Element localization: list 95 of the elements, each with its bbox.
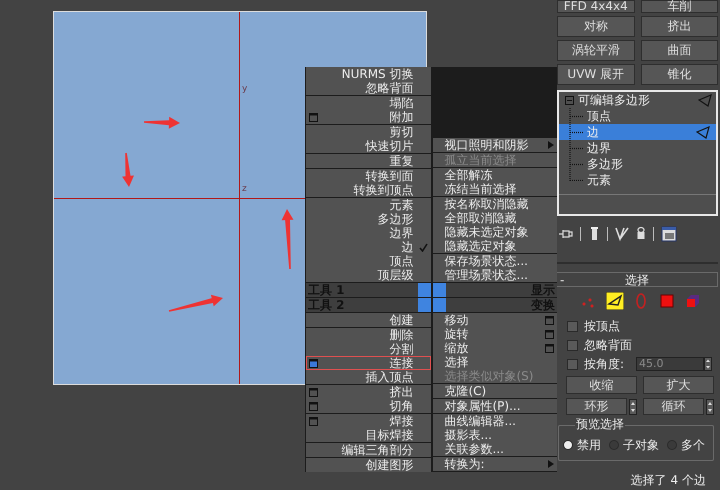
tree-line-icon [569,108,584,124]
axis-label: z [242,184,247,194]
options-icon[interactable] [545,316,554,324]
edge-icon[interactable] [606,292,624,310]
menu-item[interactable]: 编辑三角剖分 [306,443,430,457]
title-color-block [433,283,446,297]
menu-item[interactable]: 摄影表... [432,428,557,442]
spinner-icon[interactable] [629,398,637,414]
axis-label: y [242,84,248,94]
menu-item[interactable]: 对象属性(P)... [432,399,557,413]
modifier-button[interactable]: 对称 [557,16,634,37]
menu-item[interactable]: 目标焊接 [306,428,430,442]
menu-item[interactable]: 管理场景状态... [432,268,557,282]
menu-item[interactable]: 移动 [432,313,557,327]
checkbox-label: 按角度: [584,356,624,373]
menu-item[interactable]: 隐藏选定对象 [432,239,557,253]
modifier-button[interactable]: 曲面 [640,40,718,61]
options-icon[interactable] [309,112,318,122]
radio-icon[interactable] [563,440,573,450]
rollout-button[interactable]: 循环 [643,398,704,415]
menu-item[interactable]: 关联参数... [432,442,557,456]
rollout-button[interactable]: 环形 [566,398,627,415]
annotation-arrow [168,294,223,312]
checkbox-label: 忽略背面 [584,337,632,354]
checkbox[interactable] [567,340,578,350]
annotation-arrow [144,116,180,129]
options-icon[interactable] [309,416,318,426]
options-icon[interactable] [545,344,554,352]
funnel-icon[interactable] [615,226,629,242]
annotation-arrow [282,209,294,269]
radio-option[interactable]: 子对象 [609,436,659,454]
title-color-block [418,298,431,312]
stack-item[interactable]: 边界 [559,140,716,156]
group-title: 预览选择 [575,417,625,431]
modifier-button[interactable]: 锥化 [640,64,718,85]
submenu-arrow-icon [548,141,554,149]
menu-item[interactable]: 缩放 [432,341,557,355]
modifier-button[interactable]: 车削 [640,0,718,13]
menu-item[interactable]: 创建图形 [306,458,430,472]
menu-item[interactable]: 切角 [306,399,430,413]
polygon-icon[interactable] [658,292,676,310]
spinner-icon[interactable] [706,398,714,414]
lock-icon[interactable] [636,226,646,242]
radio-icon[interactable] [667,440,677,450]
modifier-button[interactable]: 挤出 [640,16,718,37]
menu-item[interactable]: 焊接 [306,414,430,428]
title-color-block [418,283,431,297]
menu-item[interactable]: 保存场景状态... [432,254,557,268]
radio-icon[interactable] [609,440,619,450]
modifier-button[interactable]: UVW 展开 [557,64,634,85]
element-icon[interactable] [684,292,702,310]
options-icon[interactable] [309,388,318,396]
options-icon[interactable] [309,358,318,368]
stack-item[interactable]: 元素 [559,172,716,188]
menu-item[interactable]: 挤出 [306,385,430,399]
menu-item[interactable]: 冻结当前选择 [432,182,557,196]
title-color-block [433,298,446,312]
menu-item[interactable]: 隐藏未选定对象 [432,225,557,239]
submenu-arrow-icon [548,460,554,468]
options-icon[interactable] [545,330,554,338]
modifier-button[interactable]: 涡轮平滑 [557,40,634,61]
menu-item[interactable]: 全部解冻 [432,168,557,182]
annotation-arrow [122,152,134,187]
stack-item[interactable]: 顶点 [559,108,716,124]
menu-item[interactable]: 视口照明和阴影 [432,138,557,152]
menu-item[interactable]: 选择 [432,355,557,369]
stack-item[interactable]: 多边形 [559,156,716,172]
triangle-icon [698,94,712,106]
status-text: 选择了 4 个边 [630,472,707,489]
stack-item[interactable]: 可编辑多边形 [559,92,716,108]
modifier-button[interactable]: FFD 4x4x4 [557,0,634,13]
spinner-icon[interactable] [704,357,712,371]
rollout-button[interactable]: 收缩 [566,376,637,394]
menu-item[interactable]: 全部取消隐藏 [432,211,557,225]
options-icon[interactable] [309,402,318,410]
radio-option[interactable]: 多个 [667,436,705,454]
collapse-toggle-icon[interactable] [565,96,574,104]
triangle-icon [696,126,710,138]
tree-line-icon [569,140,584,156]
menu-item[interactable]: 克隆(C) [432,384,557,398]
menu-item[interactable]: 转换为: [432,457,557,471]
rollout-header[interactable]: - 选择 [556,272,718,287]
checkbox[interactable] [567,358,578,370]
stack-item[interactable]: 边 [559,124,716,140]
checkbox-label: 按顶点 [584,318,620,335]
check-icon [418,242,428,252]
rollout-button[interactable]: 扩大 [643,376,714,394]
menu-item[interactable]: 曲线编辑器... [432,414,557,428]
checkbox[interactable] [567,320,578,332]
menu-item[interactable]: 旋转 [432,327,557,341]
menu-item[interactable]: 附加 [306,110,430,124]
radio-option[interactable]: 禁用 [563,436,601,454]
menu-item[interactable]: 重复 [306,154,430,168]
tree-line-icon [569,124,584,140]
menu-item[interactable]: 按名称取消隐藏 [432,197,557,211]
